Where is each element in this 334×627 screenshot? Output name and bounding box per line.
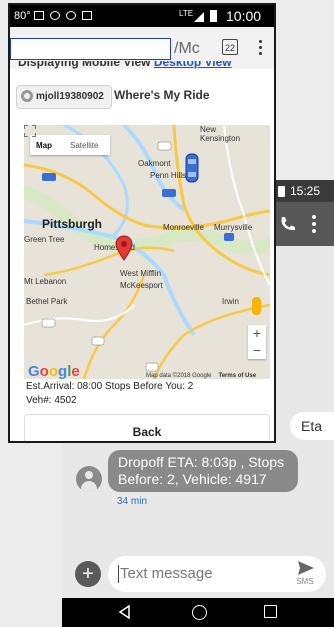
outgoing-message-bubble: Eta: [290, 412, 334, 440]
url-input[interactable]: [10, 38, 171, 60]
route-shields: [41, 141, 234, 372]
notification-icon: [50, 11, 60, 20]
send-sms-button[interactable]: SMS: [292, 559, 318, 589]
message-timestamp: 34 min: [117, 496, 148, 507]
send-sms-label: SMS: [296, 577, 314, 586]
map-attribution: Map data ©2018 Google Terms of Use: [146, 373, 256, 379]
messaging-menu-icon[interactable]: [312, 215, 316, 233]
map-label-murrysville: Murrysville: [214, 223, 253, 232]
map-label-monroeville: Monroeville: [163, 223, 204, 232]
map-label-irwin: Irwin: [222, 297, 239, 306]
add-attachment-button[interactable]: +: [75, 561, 101, 587]
send-icon: [298, 561, 314, 575]
zoom-out-button[interactable]: −: [248, 342, 266, 359]
status-time: 15:25: [290, 184, 321, 198]
browser-status-bar: 80° LTE 10:00: [10, 5, 274, 27]
arrival-info: Est.Arrival: 08:00 Stops Before You: 2: [26, 381, 194, 392]
phone-call-icon[interactable]: [278, 214, 298, 234]
map-label-mckeesport: McKeesport: [120, 281, 163, 290]
text-cursor: [118, 565, 119, 583]
username: mjoll19380902: [36, 91, 104, 102]
battery-icon: [210, 10, 217, 22]
android-nav-bar: [62, 598, 334, 627]
map-type-toggle: Map Satellite: [30, 135, 110, 155]
battery-icon: [278, 186, 285, 197]
nav-back-icon[interactable]: [118, 605, 132, 619]
map-label-green-tree: Green Tree: [24, 235, 65, 244]
notification-icon: [34, 11, 44, 20]
map-label-new-kensington: New Kensington: [200, 125, 241, 143]
vehicle-number: Veh#: 4502: [26, 395, 77, 406]
map-tab[interactable]: Map: [36, 141, 52, 150]
network-type: LTE: [179, 9, 194, 18]
browser-menu-icon[interactable]: [259, 40, 263, 58]
incoming-message-bubble: Dropoff ETA: 8:03p , Stops Before: 2, Ve…: [108, 450, 298, 492]
status-time: 10:00: [226, 8, 262, 24]
vehicle-marker-icon[interactable]: [185, 153, 199, 183]
view-mode-banner: Displaying Mobile View Desktop View: [18, 61, 232, 69]
terms-of-use-link[interactable]: Terms of Use: [218, 373, 256, 379]
desktop-view-link[interactable]: Desktop View: [154, 61, 232, 69]
google-logo: Google: [28, 363, 80, 379]
contact-avatar[interactable]: [76, 466, 102, 492]
gear-icon: [21, 90, 33, 102]
map-label-penn-hills: Penn Hills: [150, 171, 187, 180]
mobile-view-text: Displaying Mobile View: [18, 61, 151, 69]
nav-recents-icon[interactable]: [264, 605, 277, 618]
map-label-west-mifflin: West Mifflin: [120, 269, 162, 278]
notification-icon: [82, 11, 92, 20]
map-label-mt-lebanon: Mt Lebanon: [24, 277, 67, 286]
zoom-control: + −: [248, 325, 266, 359]
url-suffix: /Mc: [174, 40, 200, 57]
nav-home-icon[interactable]: [192, 605, 207, 620]
street-view-pegman-icon[interactable]: [252, 297, 261, 315]
browser-phone: 80° LTE 10:00 /Mc 22 Displaying Mobile V…: [8, 3, 276, 443]
pickup-location-pin-icon[interactable]: [115, 235, 133, 261]
back-button[interactable]: Back: [24, 414, 270, 441]
page-title: Where's My Ride: [114, 88, 210, 102]
fullscreen-icon[interactable]: [24, 125, 36, 137]
notification-icon: [66, 11, 76, 20]
map-label-pittsburgh: Pittsburgh: [42, 217, 102, 231]
messaging-status-bar: 15:25: [268, 180, 334, 202]
zoom-in-button[interactable]: +: [248, 325, 266, 342]
message-input-placeholder: Text message: [120, 565, 213, 582]
temperature: 80°: [14, 10, 31, 22]
messaging-toolbar: [268, 202, 334, 246]
satellite-tab[interactable]: Satellite: [70, 141, 98, 150]
map-label-oakmont: Oakmont: [138, 159, 171, 168]
user-account-button[interactable]: mjoll19380902: [16, 85, 112, 109]
map-label-bethel-park: Bethel Park: [26, 297, 68, 306]
tab-switcher-button[interactable]: 22: [222, 39, 238, 55]
signal-icon: [194, 12, 204, 22]
map-data-credit: Map data ©2018 Google: [146, 373, 212, 379]
map-view[interactable]: Map Satellite New Kensington Oakmont Penn…: [24, 125, 270, 379]
